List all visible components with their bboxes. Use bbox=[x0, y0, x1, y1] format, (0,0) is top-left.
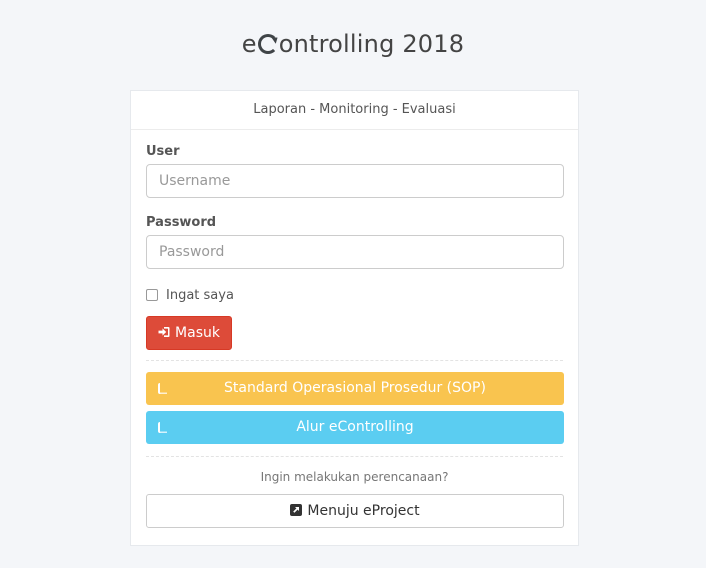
divider bbox=[146, 360, 563, 361]
remember-me[interactable]: Ingat saya bbox=[146, 286, 563, 304]
refresh-logo-icon bbox=[257, 34, 278, 54]
app-title: e ontrolling 2018 bbox=[0, 30, 706, 58]
remember-checkbox[interactable] bbox=[146, 289, 158, 301]
eproject-label: Menuju eProject bbox=[307, 503, 420, 519]
password-input[interactable] bbox=[146, 235, 564, 269]
alur-label: Alur eControlling bbox=[296, 419, 414, 435]
password-label: Password bbox=[146, 215, 217, 230]
external-link-icon bbox=[290, 504, 303, 516]
sop-label: Standard Operasional Prosedur (SOP) bbox=[224, 380, 486, 396]
planning-question: Ingin melakukan perencanaan? bbox=[260, 470, 449, 484]
remember-label: Ingat saya bbox=[166, 287, 234, 303]
sop-button[interactable]: Standard Operasional Prosedur (SOP) bbox=[146, 372, 564, 405]
card-header: Laporan - Monitoring - Evaluasi bbox=[131, 91, 578, 130]
user-label: User bbox=[146, 144, 180, 159]
alur-button[interactable]: Alur eControlling bbox=[146, 411, 564, 444]
sign-in-icon bbox=[158, 327, 170, 337]
login-card: Laporan - Monitoring - Evaluasi User Pas… bbox=[130, 90, 579, 546]
app-title-prefix: e bbox=[241, 30, 257, 58]
book-icon bbox=[158, 383, 167, 394]
login-form: User Password Ingat saya Masuk Standard … bbox=[131, 130, 578, 528]
username-input[interactable] bbox=[146, 164, 564, 198]
eproject-button[interactable]: Menuju eProject bbox=[146, 494, 564, 528]
divider bbox=[146, 456, 563, 457]
book-icon bbox=[158, 422, 167, 433]
app-title-suffix: ontrolling 2018 bbox=[278, 30, 465, 58]
login-button[interactable]: Masuk bbox=[146, 316, 232, 350]
login-label: Masuk bbox=[175, 325, 220, 341]
